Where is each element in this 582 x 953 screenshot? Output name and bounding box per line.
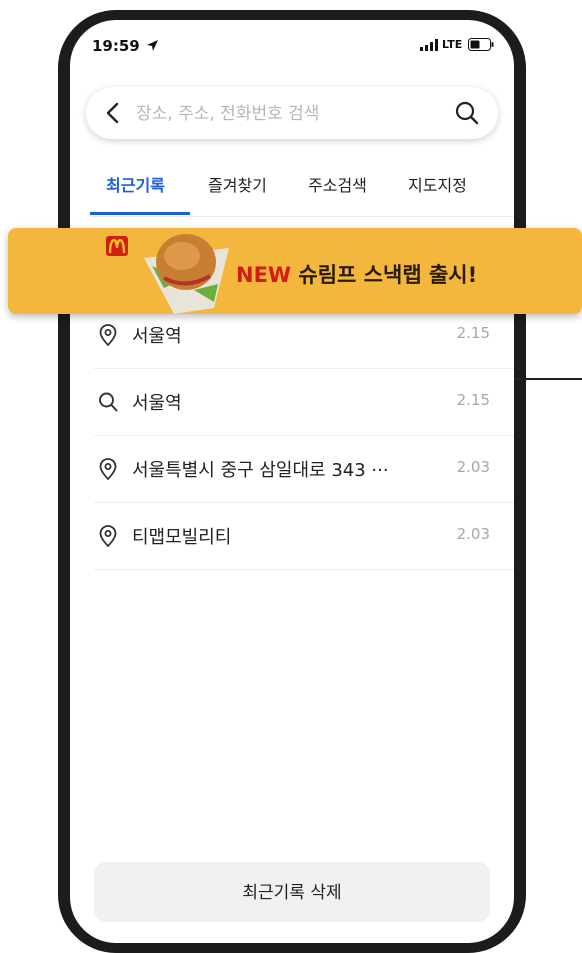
search-input[interactable]	[134, 100, 438, 128]
status-time: 19:59	[92, 37, 140, 55]
location-pin-icon	[99, 525, 117, 547]
mcdonalds-logo	[106, 236, 128, 256]
list-item[interactable]: 서울특별시 중구 삼일대로 343 ··· 2.03	[94, 436, 514, 503]
tab-map-select[interactable]: 지도지정	[408, 172, 467, 196]
clear-history-button[interactable]: 최근기록 삭제	[94, 862, 490, 922]
tab-favorites[interactable]: 즐겨찾기	[208, 172, 267, 196]
search-icon	[99, 392, 118, 412]
active-tab-indicator	[90, 212, 190, 215]
annotation-line	[514, 378, 582, 380]
search-bar	[86, 87, 498, 139]
status-bar: 19:59 LTE	[70, 20, 514, 72]
ad-new-tag: NEW	[236, 263, 292, 287]
list-item-date: 2.03	[456, 525, 490, 543]
location-arrow-icon	[147, 40, 158, 51]
list-item-label: 서울역	[132, 393, 182, 414]
tab-bar: 최근기록 즐겨찾기 주소검색 지도지정	[70, 160, 514, 218]
list-item[interactable]: 티맵모빌리티 2.03	[94, 503, 514, 570]
list-item-date: 2.15	[456, 324, 490, 342]
location-pin-icon	[99, 324, 117, 346]
app-screen: 19:59 LTE 최근기록 즐겨찾기 주소검색 지도지정	[70, 20, 514, 943]
list-item-label: 서울특별시 중구 삼일대로 343 ···	[132, 460, 389, 481]
tab-divider	[90, 216, 514, 217]
list-item[interactable]: 서울역 2.15	[94, 369, 514, 436]
tab-recent[interactable]: 최근기록	[106, 172, 165, 196]
tab-address-search[interactable]: 주소검색	[308, 172, 367, 196]
ad-text: 슈림프 스낵랩 출시!	[298, 263, 478, 287]
search-icon[interactable]	[454, 100, 480, 126]
ad-banner[interactable]: NEW 슈림프 스낵랩 출시!	[8, 228, 582, 314]
list-item-date: 2.03	[456, 458, 490, 476]
location-pin-icon	[99, 458, 117, 480]
ad-headline: NEW 슈림프 스낵랩 출시!	[236, 259, 477, 289]
battery-icon	[468, 38, 494, 51]
network-label: LTE	[442, 38, 463, 51]
list-item-label: 서울역	[132, 326, 182, 347]
list-item-label: 티맵모빌리티	[132, 527, 232, 548]
shrimp-snack-wrap-image	[144, 234, 229, 314]
back-arrow-icon[interactable]	[102, 101, 124, 125]
signal-icon	[420, 39, 438, 51]
list-item-date: 2.15	[456, 391, 490, 409]
